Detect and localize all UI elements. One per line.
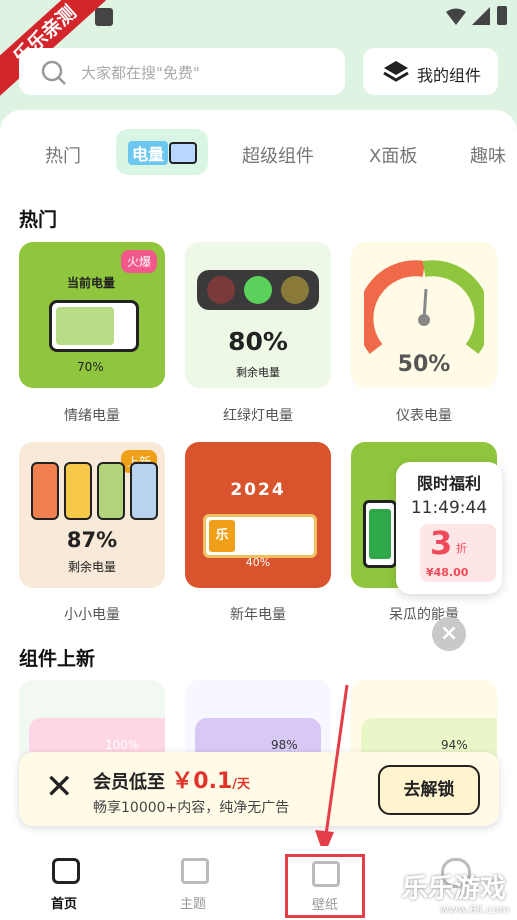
card-inner-sub: 剩余电量 bbox=[67, 560, 116, 574]
card-inner-value: 40% bbox=[245, 556, 271, 569]
widget-card-label: 仪表电量 bbox=[396, 408, 452, 424]
popup-coupon: 3 折 ¥48.00 bbox=[420, 524, 496, 582]
my-widgets-label: 我的组件 bbox=[417, 66, 482, 85]
widget-card-emotion-battery[interactable]: 火爆 当前电量 70% bbox=[19, 242, 165, 388]
battery-face-icon bbox=[169, 142, 197, 164]
search-placeholder: 大家都在搜"免费" bbox=[81, 64, 200, 82]
tab-battery-label: 电量 bbox=[128, 141, 169, 165]
wifi-icon bbox=[446, 8, 466, 30]
promo-subtitle: 畅享10000+内容，纯净无广告 bbox=[93, 800, 290, 816]
site-watermark-url: www.6ll.com bbox=[440, 903, 510, 916]
card-inner-value: 70% bbox=[77, 360, 104, 374]
tab-x-panel[interactable]: X面板 bbox=[369, 142, 417, 168]
card-inner-value: 80% bbox=[228, 327, 288, 356]
my-widgets-button[interactable]: 我的组件 bbox=[363, 48, 498, 95]
card-inner-value: 50% bbox=[397, 352, 451, 377]
widget-card-traffic-light[interactable]: 80% 剩余电量 bbox=[185, 242, 331, 388]
signal-icon bbox=[472, 7, 490, 29]
limited-offer-popup[interactable]: 限时福利 11:49:44 3 折 ¥48.00 bbox=[396, 462, 502, 594]
popup-timer: 11:49:44 bbox=[410, 498, 488, 518]
card-inner-year: 2024 bbox=[230, 480, 286, 500]
popup-title: 限时福利 bbox=[416, 474, 481, 493]
traffic-light-graphic bbox=[197, 270, 319, 310]
gauge-graphic bbox=[357, 254, 491, 358]
battery-graphic bbox=[363, 500, 397, 568]
widget-card-new-year[interactable]: 2024 乐 40% bbox=[185, 442, 331, 588]
unlock-button[interactable]: 去解锁 bbox=[378, 765, 480, 815]
layers-icon bbox=[383, 59, 409, 89]
tab-fun[interactable]: 趣味 bbox=[470, 142, 517, 168]
home-icon bbox=[52, 858, 80, 884]
section-title-new-widgets: 组件上新 bbox=[19, 648, 96, 670]
widget-card-label: 小小电量 bbox=[64, 607, 120, 623]
annotation-arrow bbox=[300, 680, 360, 864]
search-bar[interactable]: 大家都在搜"免费" bbox=[19, 48, 345, 95]
shirt-icon bbox=[181, 858, 209, 884]
section-title-hot: 热门 bbox=[19, 209, 58, 231]
battery-graphic: 乐 bbox=[203, 514, 317, 558]
nav-wallpaper[interactable]: 壁纸 bbox=[285, 854, 365, 918]
nav-theme[interactable]: 主题 bbox=[148, 846, 238, 920]
promo-title: 会员低至 ￥0.1/天 bbox=[93, 769, 251, 794]
close-popup-button[interactable]: × bbox=[432, 617, 466, 651]
card-inner-title: 当前电量 bbox=[67, 276, 116, 290]
close-icon[interactable]: ✕ bbox=[45, 770, 74, 804]
widget-card-small-battery[interactable]: 上新 87% 剩余电量 bbox=[19, 442, 165, 588]
widget-card-label: 情绪电量 bbox=[64, 408, 120, 424]
vip-promo-banner[interactable]: ✕ 会员低至 ￥0.1/天 畅享10000+内容，纯净无广告 去解锁 bbox=[19, 752, 499, 826]
site-watermark: 乐乐游戏 bbox=[402, 874, 507, 904]
widget-card-label: 呆瓜的能量 bbox=[389, 607, 459, 623]
widget-card-label: 红绿灯电量 bbox=[223, 408, 293, 424]
tab-super-widgets[interactable]: 超级组件 bbox=[242, 142, 314, 168]
battery-graphic bbox=[49, 300, 139, 352]
notification-icon bbox=[95, 8, 113, 26]
nav-home[interactable]: 首页 bbox=[19, 846, 109, 920]
tab-hot[interactable]: 热门 bbox=[45, 142, 81, 168]
card-inner-sub: 剩余电量 bbox=[236, 366, 280, 379]
hot-badge: 火爆 bbox=[120, 250, 157, 273]
search-icon bbox=[41, 60, 67, 90]
widget-card-label: 新年电量 bbox=[230, 607, 286, 623]
card-inner-value: 87% bbox=[66, 528, 118, 552]
battery-icon bbox=[497, 6, 507, 25]
wallpaper-icon bbox=[312, 861, 340, 887]
tab-battery[interactable]: 电量 bbox=[116, 129, 208, 175]
widget-card-gauge[interactable]: 50% bbox=[351, 242, 497, 388]
